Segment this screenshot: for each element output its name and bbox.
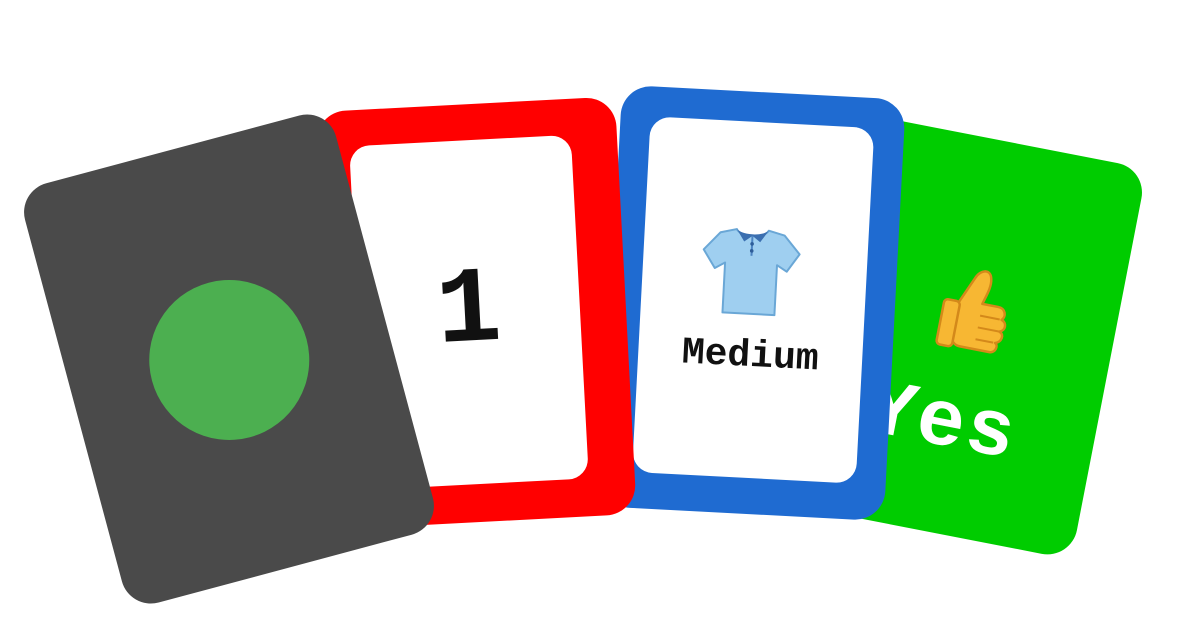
shirt-icon (702, 228, 801, 317)
thumbs-up-icon (935, 270, 1007, 354)
card-fan: Yes Medium 1 (0, 0, 1200, 628)
medium-label: Medium (680, 331, 820, 382)
green-circle-icon (131, 261, 328, 458)
medium-card: Medium (600, 84, 906, 522)
medium-card-face: Medium (631, 116, 875, 484)
